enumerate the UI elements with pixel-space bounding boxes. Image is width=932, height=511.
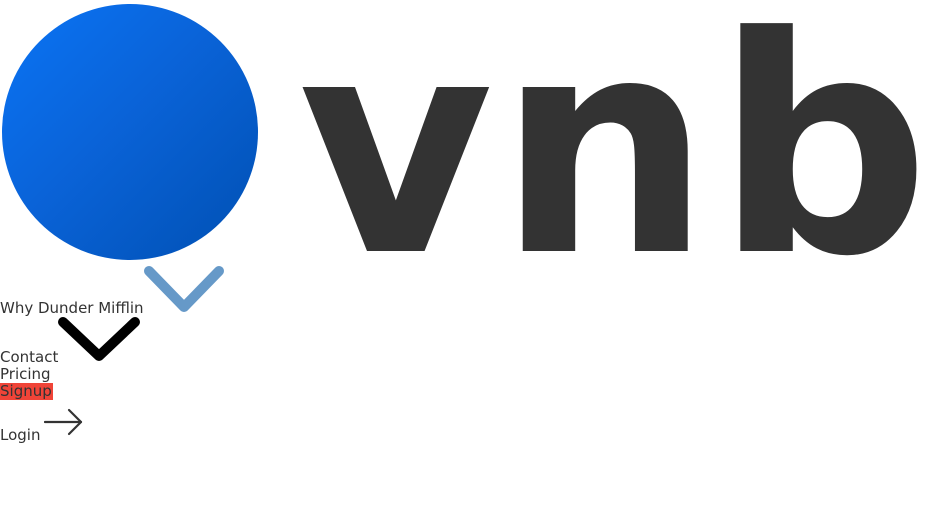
nav-pricing[interactable]: Pricing bbox=[0, 366, 51, 383]
arrow-right-icon[interactable] bbox=[44, 407, 86, 437]
chevron-down-icon[interactable] bbox=[57, 316, 143, 366]
nav-login[interactable]: Login bbox=[0, 427, 40, 444]
brand-wordmark[interactable]: vnb bbox=[298, 0, 932, 298]
nav-why-dunder-mifflin[interactable]: Why Dunder Mifflin bbox=[0, 300, 144, 317]
nav-contact[interactable]: Contact bbox=[0, 349, 58, 366]
chevron-down-icon[interactable] bbox=[142, 263, 228, 317]
nav-signup-button[interactable]: Signup bbox=[0, 383, 53, 400]
brand-logo[interactable] bbox=[2, 4, 258, 260]
